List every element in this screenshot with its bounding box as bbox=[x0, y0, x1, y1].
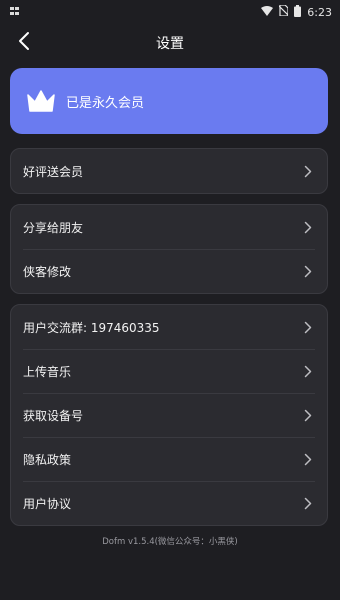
chevron-right-icon bbox=[303, 264, 313, 278]
version-footer: Dofm v1.5.4(微信公众号：小黑侠) bbox=[102, 537, 238, 547]
status-left bbox=[10, 6, 20, 19]
chevron-right-icon bbox=[303, 164, 313, 178]
menu-item-label: 上传音乐 bbox=[23, 364, 72, 379]
back-button[interactable] bbox=[10, 28, 38, 58]
chevron-right-icon bbox=[303, 452, 313, 466]
menu-item-label: 侠客修改 bbox=[23, 264, 72, 279]
chevron-right-icon bbox=[303, 496, 313, 510]
chevron-right-icon bbox=[303, 364, 313, 378]
status-right: 6:23 bbox=[261, 4, 332, 20]
notification-icon bbox=[10, 6, 20, 19]
menu-item-label: 分享给朋友 bbox=[23, 220, 84, 235]
menu-item-label: 隐私政策 bbox=[23, 452, 72, 467]
wifi-icon bbox=[261, 5, 274, 19]
vip-status-label: 已是永久会员 bbox=[66, 95, 145, 111]
menu-item-user-group[interactable]: 用户交流群: 197460335 bbox=[11, 305, 327, 349]
chevron-right-icon bbox=[303, 220, 313, 234]
menu-item-upload-music[interactable]: 上传音乐 bbox=[11, 349, 327, 393]
status-bar: 6:23 bbox=[0, 0, 340, 24]
page-title: 设置 bbox=[156, 36, 184, 52]
chevron-left-icon bbox=[18, 31, 30, 55]
menu-item-label: 用户交流群: 197460335 bbox=[23, 320, 160, 335]
menu-item-user-agreement[interactable]: 用户协议 bbox=[11, 481, 327, 525]
crown-icon bbox=[26, 88, 56, 114]
menu-item-share[interactable]: 分享给朋友 bbox=[11, 205, 327, 249]
settings-group-share: 分享给朋友 侠客修改 bbox=[10, 204, 328, 294]
settings-group-review: 好评送会员 bbox=[10, 148, 328, 194]
settings-group-misc: 用户交流群: 197460335 上传音乐 获取设备号 隐私政策 用户协议 bbox=[10, 304, 328, 526]
menu-item-label: 用户协议 bbox=[23, 496, 72, 511]
menu-item-review-for-vip[interactable]: 好评送会员 bbox=[11, 149, 327, 193]
status-time: 6:23 bbox=[307, 5, 332, 19]
vip-status-card[interactable]: 已是永久会员 bbox=[10, 68, 328, 134]
chevron-right-icon bbox=[303, 320, 313, 334]
battery-icon bbox=[294, 4, 302, 20]
menu-item-label: 好评送会员 bbox=[23, 164, 84, 179]
chevron-right-icon bbox=[303, 408, 313, 422]
no-sim-icon bbox=[278, 4, 289, 19]
menu-item-privacy-policy[interactable]: 隐私政策 bbox=[11, 437, 327, 481]
header: 设置 bbox=[0, 24, 340, 62]
menu-item-edit-profile[interactable]: 侠客修改 bbox=[11, 249, 327, 293]
menu-item-device-id[interactable]: 获取设备号 bbox=[11, 393, 327, 437]
menu-item-label: 获取设备号 bbox=[23, 408, 84, 423]
